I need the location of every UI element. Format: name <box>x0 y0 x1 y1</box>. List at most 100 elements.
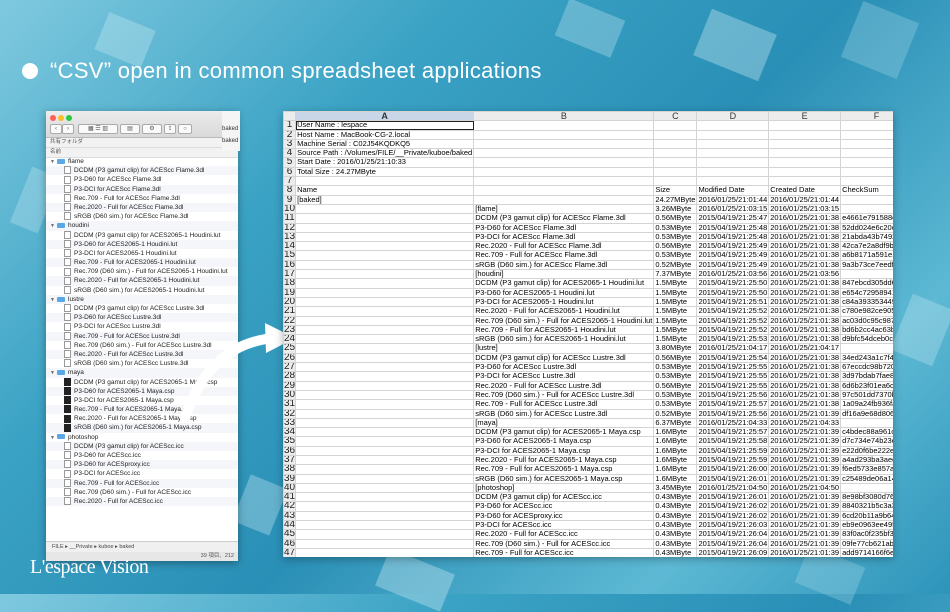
sheet-cell[interactable]: 2015/04/19/21:26:09 <box>696 547 770 557</box>
sheet-cell[interactable]: Created Date <box>768 185 842 196</box>
sheet-cell[interactable]: sRGB (D60 sim.) for ACEScc Lustre.3dl <box>473 408 655 419</box>
sheet-cell[interactable] <box>295 259 475 271</box>
sheet-cell[interactable]: 2016/01/25/21:01:38 <box>768 371 842 382</box>
sheet-cell[interactable]: 2015/04/19/21:26:03 <box>696 520 770 531</box>
sheet-cell[interactable]: a6b8171a591e1bb7 <box>840 250 893 261</box>
sheet-cell[interactable]: 6.37MByte <box>653 417 698 429</box>
sheet-cell[interactable]: 2015/04/19/21:25:49 <box>696 259 770 271</box>
sheet-cell[interactable]: 2015/04/19/21:25:52 <box>696 324 770 336</box>
sheet-cell[interactable]: 6d6b23f01ea6cdfc <box>840 380 893 391</box>
sheet-cell[interactable]: 67eccdc98b720038 <box>840 361 893 373</box>
sheet-cell[interactable]: 2015/04/19/21:26:04 <box>696 529 770 540</box>
row-number[interactable]: 12 <box>283 222 297 233</box>
sheet-cell[interactable]: 2016/01/25/21:01:38 <box>768 306 842 317</box>
sheet-cell[interactable]: a4ad293ba3aed0df <box>840 454 893 466</box>
sheet-cell[interactable]: 1.5MByte <box>653 278 698 289</box>
sheet-cell[interactable] <box>840 166 893 178</box>
sheet-cell[interactable]: 2016/01/25/21:01:39 <box>768 538 842 549</box>
zoom-icon[interactable] <box>66 115 72 121</box>
sheet-cell[interactable] <box>295 176 475 187</box>
disclosure-triangle-icon[interactable]: ▼ <box>50 222 57 230</box>
sheet-cell[interactable] <box>295 454 475 466</box>
sheet-cell[interactable]: 2015/04/19/21:25:55 <box>696 371 770 382</box>
sheet-cell[interactable]: 2016/01/25/21:01:38 <box>768 222 842 233</box>
sheet-cell[interactable]: 2016/01/25/21:01:38 <box>768 399 842 410</box>
sheet-cell[interactable]: 2016/01/25/21:01:38 <box>768 296 842 308</box>
corner-cell[interactable] <box>283 111 297 122</box>
sheet-cell[interactable]: P3-D60 for ACEScc Lustre.3dl <box>473 361 655 373</box>
sheet-cell[interactable]: 2015/04/19/21:25:47 <box>696 213 770 224</box>
sheet-cell[interactable]: 2015/04/19/21:25:50 <box>696 287 770 298</box>
sheet-cell[interactable]: 2015/04/19/21:25:59 <box>696 454 770 466</box>
sheet-cell[interactable] <box>768 138 842 150</box>
sheet-cell[interactable] <box>295 334 475 345</box>
sheet-cell[interactable]: CheckSum <box>840 185 893 196</box>
sheet-cell[interactable] <box>768 120 842 131</box>
sheet-cell[interactable]: sRGB (D60 sim.) for ACEScc Flame.3dl <box>473 259 655 271</box>
sheet-cell[interactable] <box>295 417 475 429</box>
sheet-cell[interactable] <box>295 371 475 382</box>
folder-row[interactable]: ▼ flame <box>46 157 238 166</box>
sheet-cell[interactable]: [lustre] <box>473 343 655 354</box>
row-number[interactable]: 39 <box>283 473 297 484</box>
column-header[interactable]: B <box>473 111 655 122</box>
row-number[interactable]: 43 <box>283 510 297 522</box>
file-row[interactable]: P3-DCI for ACEScc Flame.3dl <box>46 184 238 194</box>
sheet-cell[interactable]: 34ed243a1c7f4818 <box>840 352 893 364</box>
sheet-cell[interactable]: 2015/04/19/21:25:55 <box>696 380 770 391</box>
file-row[interactable]: sRGB (D60 sim.) for ACEScc Flame.3dl <box>46 212 238 221</box>
sheet-cell[interactable] <box>768 166 842 178</box>
sheet-cell[interactable]: DCDM (P3 gamut clip) for ACEScc.icc <box>473 492 655 503</box>
sheet-cell[interactable] <box>653 157 698 168</box>
sheet-cell[interactable]: 2016/01/25/21:04:50 <box>768 482 842 494</box>
row-number[interactable]: 40 <box>283 482 297 494</box>
row-number[interactable]: 7 <box>283 176 297 187</box>
row-number[interactable]: 17 <box>283 269 297 280</box>
sheet-cell[interactable]: [baked] <box>295 194 475 205</box>
sheet-cell[interactable] <box>768 157 842 168</box>
sheet-cell[interactable] <box>295 520 475 531</box>
row-number[interactable]: 24 <box>283 334 297 345</box>
sheet-cell[interactable]: add9714166f6e952e <box>840 547 893 557</box>
row-number[interactable]: 21 <box>283 306 297 317</box>
sheet-cell[interactable]: 0.53MByte <box>653 399 698 410</box>
sheet-cell[interactable]: DCDM (P3 gamut clip) for ACES2065-1 Maya… <box>473 427 655 438</box>
sheet-cell[interactable]: 1.5MByte <box>653 287 698 298</box>
sheet-cell[interactable]: Rec.709 - Full for ACEScc.icc <box>473 547 655 557</box>
close-icon[interactable] <box>50 115 56 121</box>
sheet-cell[interactable]: 0.56MByte <box>653 213 698 224</box>
path-segment[interactable]: __Private <box>69 544 92 550</box>
sheet-cell[interactable] <box>840 176 893 187</box>
file-row[interactable]: Rec.2020 - Full for ACEScc Flame.3dl <box>46 202 238 213</box>
sheet-cell[interactable]: d9bfc54dceb0c1cd <box>840 334 893 345</box>
sheet-cell[interactable]: [photoshop] <box>473 482 655 494</box>
sheet-cell[interactable] <box>653 166 698 178</box>
file-row[interactable]: DCDM (P3 gamut clip) for ACEScc Lustre.3… <box>46 304 238 313</box>
sheet-cell[interactable] <box>840 138 893 150</box>
sheet-cell[interactable] <box>295 306 475 317</box>
row-number[interactable]: 30 <box>283 389 297 401</box>
file-row[interactable]: Rec.2020 - Full for ACEScc.icc <box>46 496 238 507</box>
tag-button[interactable]: ○ <box>178 124 192 134</box>
sheet-cell[interactable]: P3-DCI for ACEScc.icc <box>473 520 655 531</box>
sheet-cell[interactable]: Total Size : 24.27MByte <box>295 166 475 178</box>
row-number[interactable]: 18 <box>283 278 297 289</box>
sheet-cell[interactable]: 2015/04/19/21:25:51 <box>696 296 770 308</box>
sheet-cell[interactable]: 2016/01/25/21:01:39 <box>768 501 842 512</box>
sheet-cell[interactable] <box>295 389 475 401</box>
sheet-cell[interactable] <box>295 464 475 475</box>
sheet-cell[interactable] <box>653 148 698 159</box>
sheet-cell[interactable]: 1.6MByte <box>653 427 698 438</box>
sheet-cell[interactable]: 0.43MByte <box>653 501 698 512</box>
row-number[interactable]: 26 <box>283 352 297 364</box>
sheet-cell[interactable] <box>295 361 475 373</box>
sheet-cell[interactable] <box>295 473 475 484</box>
sheet-cell[interactable]: 2016/01/25/21:01:39 <box>768 408 842 419</box>
row-number[interactable]: 19 <box>283 287 297 298</box>
sheet-cell[interactable]: 24.27MByte <box>653 194 698 205</box>
sheet-cell[interactable]: sRGB (D60 sim.) for ACES2065-1 Houdini.l… <box>473 334 655 345</box>
row-number[interactable]: 38 <box>283 464 297 475</box>
file-row[interactable]: sRGB (D60 sim.) for ACES2065-1 Houdini.l… <box>46 285 238 295</box>
sheet-cell[interactable]: Start Date : 2016/01/25/21:10:33 <box>295 157 475 168</box>
sheet-cell[interactable] <box>696 166 770 178</box>
